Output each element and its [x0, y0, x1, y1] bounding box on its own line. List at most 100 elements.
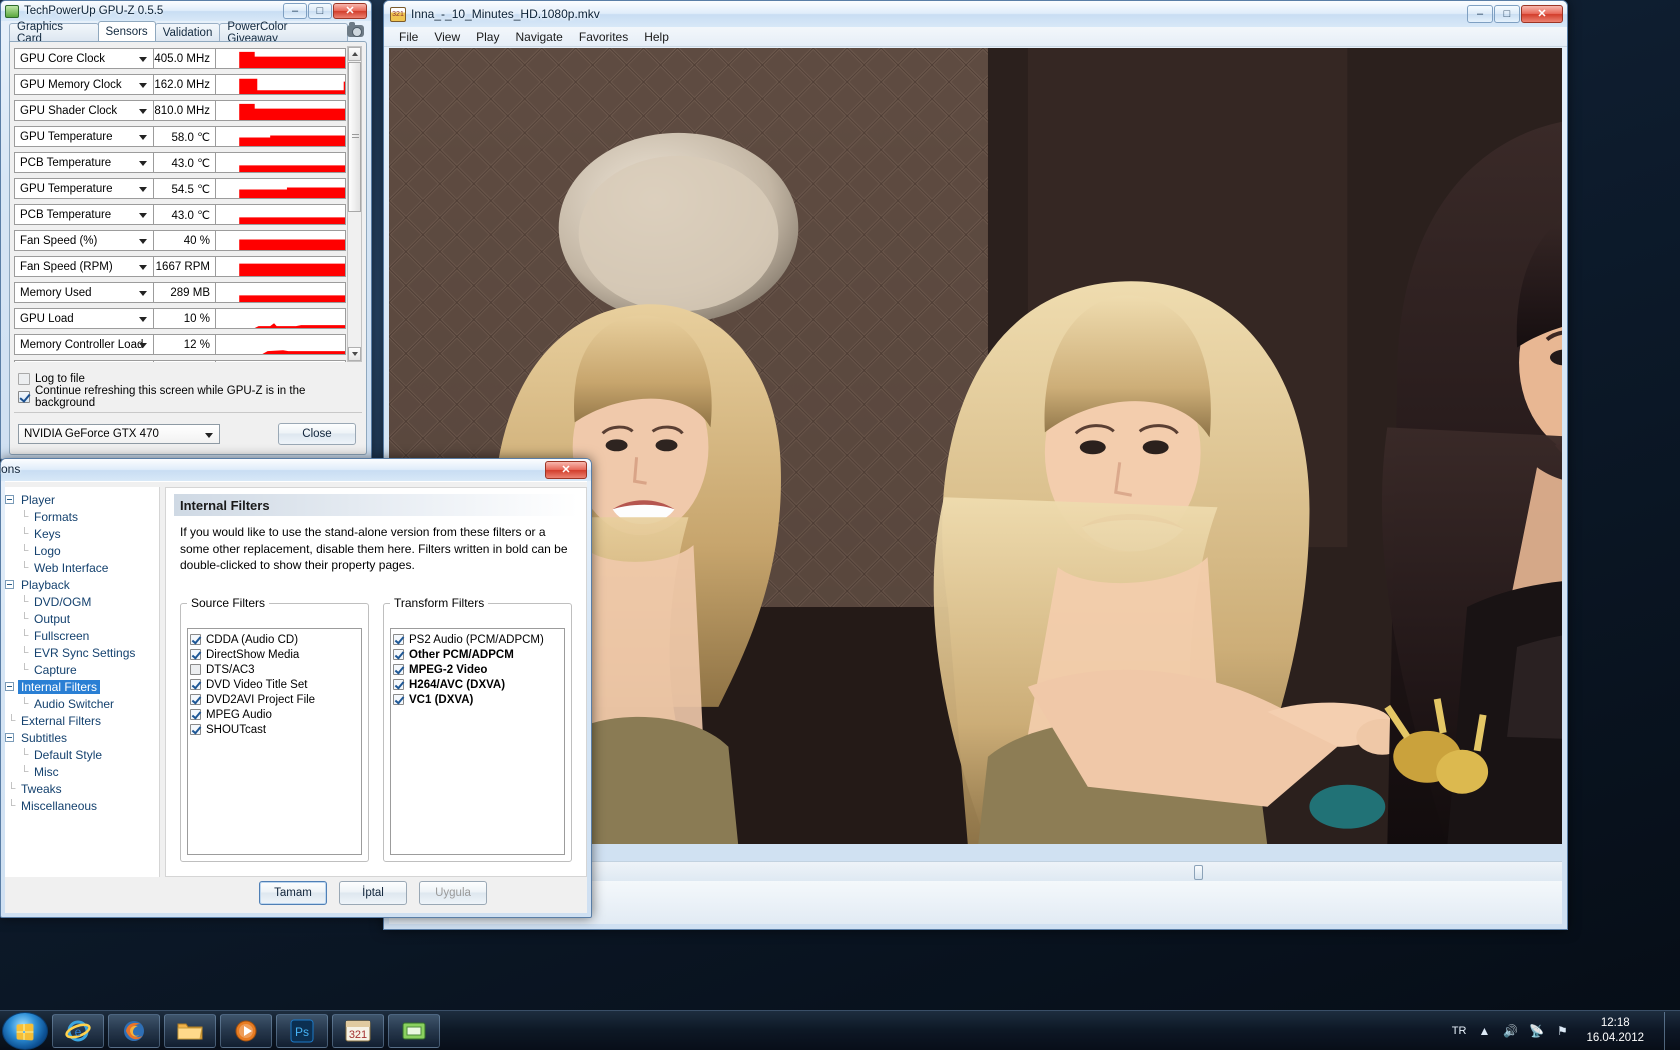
tree-item-playback[interactable]: Playback: [5, 576, 159, 593]
taskbar-item-gpuz[interactable]: [388, 1013, 440, 1048]
sensor-row[interactable]: Memory Controller Load 12 %: [14, 332, 346, 357]
sensor-name-select[interactable]: Fan Speed (%): [14, 230, 154, 251]
filter-checkbox[interactable]: [393, 694, 404, 705]
sensor-name-select[interactable]: GPU Core Clock: [14, 48, 154, 69]
filter-item[interactable]: SHOUTcast: [190, 722, 359, 737]
filter-checkbox[interactable]: [393, 649, 404, 660]
sensor-name-select[interactable]: Memory Used: [14, 282, 154, 303]
filter-checkbox[interactable]: [190, 679, 201, 690]
tree-item-miscellaneous[interactable]: └ Miscellaneous: [5, 797, 159, 814]
menu-favorites[interactable]: Favorites: [572, 28, 635, 46]
taskbar-item-firefox[interactable]: [108, 1013, 160, 1048]
sensor-row[interactable]: PCB Temperature 43.0 ℃: [14, 150, 346, 175]
filter-item[interactable]: DVD Video Title Set: [190, 677, 359, 692]
mpc-titlebar[interactable]: 321 Inna_-_10_Minutes_HD.1080p.mkv – □ ✕: [384, 1, 1567, 27]
menu-file[interactable]: File: [392, 28, 425, 46]
scroll-down-icon[interactable]: [348, 347, 361, 361]
filter-checkbox[interactable]: [190, 634, 201, 645]
options-titlebar[interactable]: Options ✕: [0, 459, 591, 481]
windows-start-icon[interactable]: [2, 1011, 48, 1050]
gpu-select[interactable]: NVIDIA GeForce GTX 470: [18, 424, 220, 444]
tree-item-misc[interactable]: └ Misc: [5, 763, 159, 780]
sensor-row[interactable]: Fan Speed (%) 40 %: [14, 228, 346, 253]
filter-checkbox[interactable]: [393, 679, 404, 690]
sensor-name-select[interactable]: Memory Controller Load: [14, 334, 154, 355]
filter-item[interactable]: DVD2AVI Project File: [190, 692, 359, 707]
action-center-icon[interactable]: ⚑: [1554, 1023, 1570, 1039]
sensor-name-select[interactable]: GPU Temperature: [14, 178, 154, 199]
show-desktop-button[interactable]: [1664, 1011, 1674, 1050]
sensor-row[interactable]: GPU Memory Clock 162.0 MHz: [14, 72, 346, 97]
scroll-up-icon[interactable]: [348, 47, 361, 61]
tab-validation[interactable]: Validation: [154, 23, 221, 41]
minimize-button[interactable]: –: [1467, 5, 1493, 23]
expander-icon[interactable]: [5, 682, 14, 691]
tree-item-web-interface[interactable]: └ Web Interface: [5, 559, 159, 576]
tree-item-default-style[interactable]: └ Default Style: [5, 746, 159, 763]
tab-sensors[interactable]: Sensors: [97, 21, 156, 41]
maximize-button[interactable]: □: [308, 3, 332, 19]
sensor-name-select[interactable]: PCB Temperature: [14, 204, 154, 225]
menu-navigate[interactable]: Navigate: [508, 28, 569, 46]
taskbar-item-photoshop[interactable]: Ps: [276, 1013, 328, 1048]
ok-button[interactable]: Tamam: [259, 881, 327, 905]
tree-item-keys[interactable]: └ Keys: [5, 525, 159, 542]
tree-item-logo[interactable]: └ Logo: [5, 542, 159, 559]
tree-item-player[interactable]: Player: [5, 491, 159, 508]
expander-icon[interactable]: [5, 495, 14, 504]
filter-item[interactable]: MPEG-2 Video: [393, 662, 562, 677]
language-indicator[interactable]: TR: [1452, 1025, 1467, 1037]
sensor-name-select[interactable]: GPU Shader Clock: [14, 100, 154, 121]
filter-item[interactable]: H264/AVC (DXVA): [393, 677, 562, 692]
menu-view[interactable]: View: [427, 28, 467, 46]
sensor-row[interactable]: GPU Temperature 58.0 ℃: [14, 124, 346, 149]
menu-play[interactable]: Play: [469, 28, 506, 46]
filter-item[interactable]: Other PCM/ADPCM: [393, 647, 562, 662]
sensor-row[interactable]: GPU Shader Clock 810.0 MHz: [14, 98, 346, 123]
tree-item-external-filters[interactable]: └ External Filters: [5, 712, 159, 729]
tree-item-internal-filters[interactable]: Internal Filters: [5, 678, 159, 695]
source-filters-list[interactable]: CDDA (Audio CD) DirectShow Media DTS/AC3…: [187, 628, 362, 855]
sensor-row[interactable]: GPU Temperature 54.5 ℃: [14, 176, 346, 201]
sensor-row[interactable]: PCB Temperature 43.0 ℃: [14, 202, 346, 227]
tree-item-capture[interactable]: └ Capture: [5, 661, 159, 678]
sensor-row[interactable]: Fan Speed (RPM) 1667 RPM: [14, 254, 346, 279]
tree-item-dvd-ogm[interactable]: └ DVD/OGM: [5, 593, 159, 610]
sensors-scrollbar[interactable]: [347, 46, 362, 362]
gpuz-titlebar[interactable]: TechPowerUp GPU-Z 0.5.5 – □ ✕: [1, 1, 371, 21]
taskbar-item-media-player[interactable]: [220, 1013, 272, 1048]
taskbar-item-internet-explorer[interactable]: e: [52, 1013, 104, 1048]
filter-checkbox[interactable]: [393, 664, 404, 675]
sensor-name-select[interactable]: GPU Load: [14, 308, 154, 329]
filter-item[interactable]: PS2 Audio (PCM/ADPCM): [393, 632, 562, 647]
tree-item-formats[interactable]: └ Formats: [5, 508, 159, 525]
cancel-button[interactable]: İptal: [339, 881, 407, 905]
continue-refresh-row[interactable]: Continue refreshing this screen while GP…: [18, 385, 366, 409]
tree-item-evr-sync-settings[interactable]: └ EVR Sync Settings: [5, 644, 159, 661]
sensor-name-select[interactable]: PCB Temperature: [14, 152, 154, 173]
filter-checkbox[interactable]: [190, 694, 201, 705]
filter-checkbox[interactable]: [190, 664, 201, 675]
close-button[interactable]: Close: [278, 423, 356, 445]
chevron-up-icon[interactable]: ▲: [1476, 1023, 1492, 1039]
taskbar-clock[interactable]: 12:18 16.04.2012: [1580, 1016, 1650, 1045]
filter-checkbox[interactable]: [190, 724, 201, 735]
filter-item[interactable]: VC1 (DXVA): [393, 692, 562, 707]
close-button[interactable]: ✕: [333, 3, 367, 19]
taskbar-item-explorer[interactable]: [164, 1013, 216, 1048]
filter-checkbox[interactable]: [393, 634, 404, 645]
options-tree[interactable]: Player └ Formats └ Keys └ Logo └ Web Interfa…: [5, 487, 160, 877]
camera-icon[interactable]: [347, 22, 364, 37]
close-button[interactable]: ✕: [545, 461, 587, 479]
filter-checkbox[interactable]: [190, 709, 201, 720]
tree-item-tweaks[interactable]: └ Tweaks: [5, 780, 159, 797]
menu-help[interactable]: Help: [637, 28, 676, 46]
transform-filters-list[interactable]: PS2 Audio (PCM/ADPCM) Other PCM/ADPCM MP…: [390, 628, 565, 855]
tree-item-fullscreen[interactable]: └ Fullscreen: [5, 627, 159, 644]
close-button[interactable]: ✕: [1521, 5, 1563, 23]
filter-item[interactable]: MPEG Audio: [190, 707, 359, 722]
log-to-file-checkbox[interactable]: [18, 372, 30, 385]
continue-refresh-checkbox[interactable]: [18, 390, 30, 403]
sensor-name-select[interactable]: GPU Temperature: [14, 126, 154, 147]
expander-icon[interactable]: [5, 580, 14, 589]
